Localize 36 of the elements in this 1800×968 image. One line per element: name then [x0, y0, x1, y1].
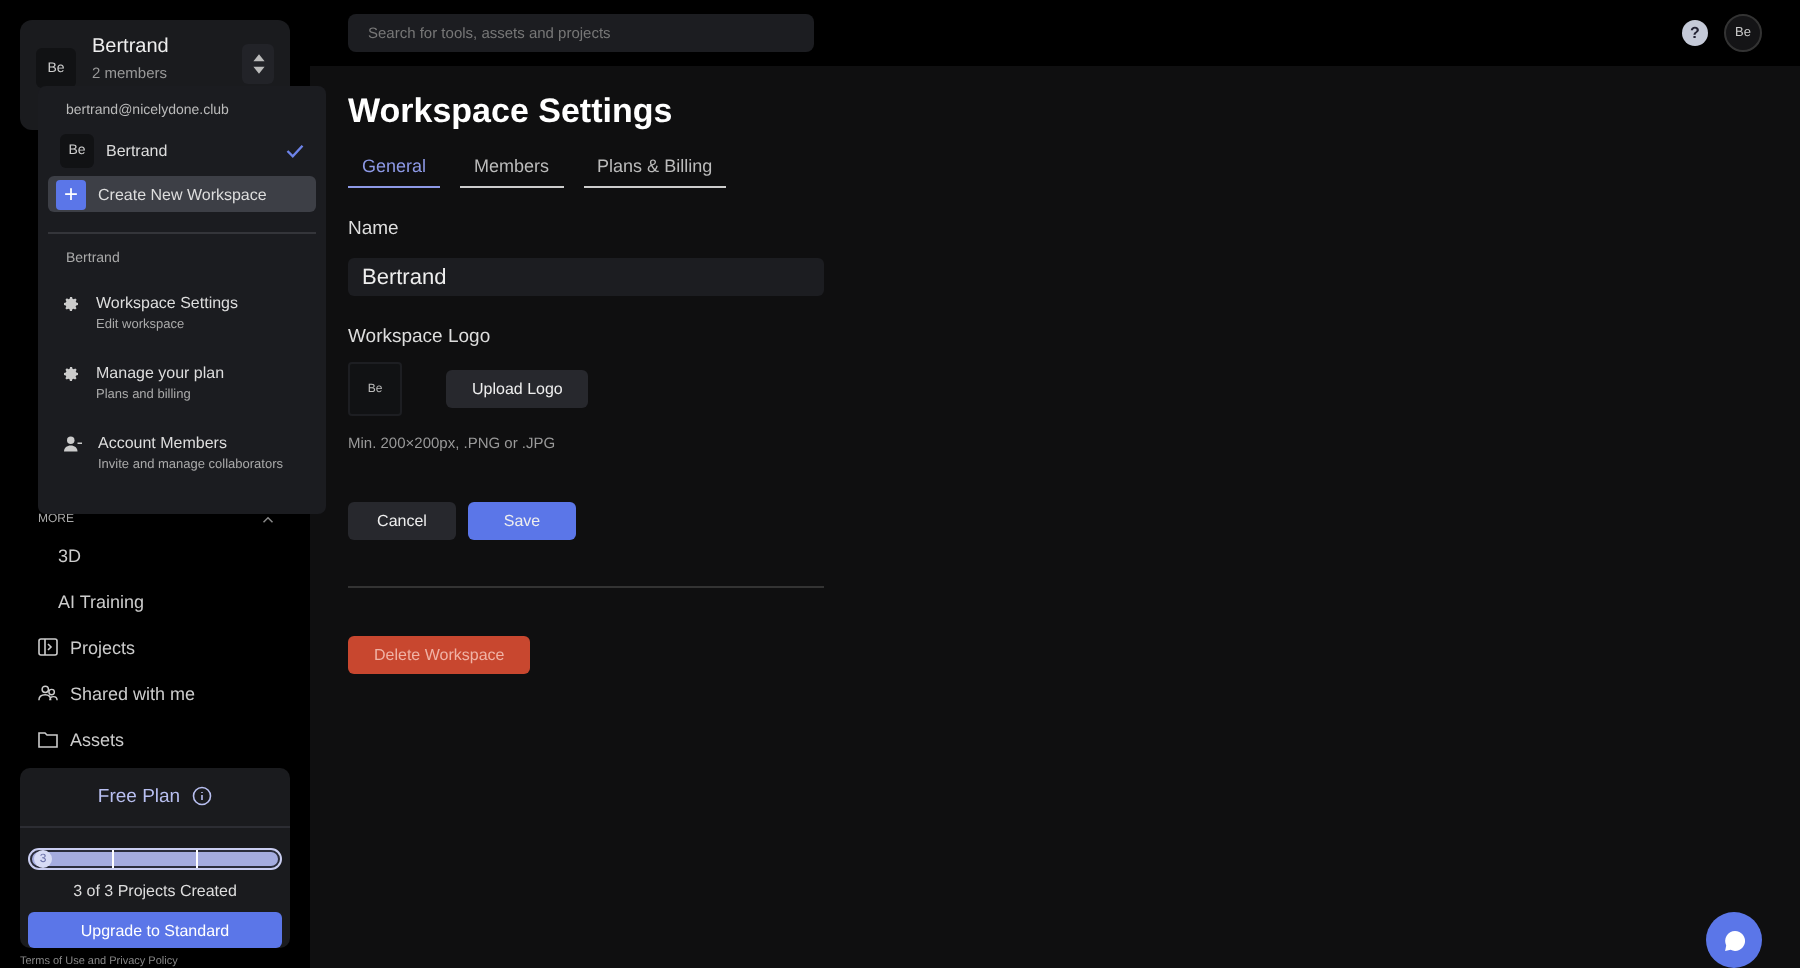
workspace-name: Bertrand — [92, 36, 169, 58]
chat-icon — [1723, 929, 1745, 951]
gear-icon — [64, 296, 80, 312]
field-label: Workspace Logo — [348, 326, 491, 348]
nav-item[interactable]: AI Training — [20, 578, 290, 624]
create-workspace-button[interactable]: + Create New Workspace — [48, 176, 316, 213]
name-field[interactable]: Bertrand — [348, 258, 824, 296]
nav-item[interactable]: Assets — [20, 716, 290, 762]
plan-title: Free Plan — [97, 785, 181, 808]
check-icon — [286, 144, 304, 158]
sort-icon[interactable] — [242, 44, 274, 84]
help-button[interactable]: ? — [1682, 20, 1708, 46]
page-title: Workspace Settings — [348, 92, 673, 132]
nav-item[interactable]: Projects — [20, 624, 290, 670]
settings-tab[interactable]: General — [348, 150, 441, 188]
gear-icon — [64, 366, 80, 382]
upgrade-button[interactable]: Upgrade to Standard — [28, 912, 282, 948]
menu-item-title: Manage your plan — [96, 364, 225, 382]
folder-icon — [38, 730, 58, 748]
settings-tab[interactable]: Members — [460, 150, 564, 188]
plan-caption: 3 of 3 Projects Created — [73, 882, 237, 901]
field-label: Name — [348, 218, 399, 240]
projects-icon — [38, 638, 58, 656]
person-icon — [64, 436, 82, 452]
plus-icon: + — [56, 179, 86, 210]
settings-tab[interactable]: Plans & Billing — [583, 150, 727, 188]
nav-item[interactable]: Shared with me — [20, 670, 290, 716]
menu-item-title: Account Members — [98, 434, 229, 452]
workspace-option-name: Bertrand — [106, 142, 168, 160]
info-icon[interactable] — [192, 786, 213, 807]
people-icon — [38, 684, 58, 702]
save-button[interactable]: Save — [468, 502, 576, 540]
cancel-button[interactable]: Cancel — [348, 502, 456, 540]
upload-logo-button[interactable]: Upload Logo — [446, 370, 589, 408]
menu-item-title: Workspace Settings — [96, 294, 238, 312]
nav-item[interactable]: 3D — [20, 532, 290, 578]
